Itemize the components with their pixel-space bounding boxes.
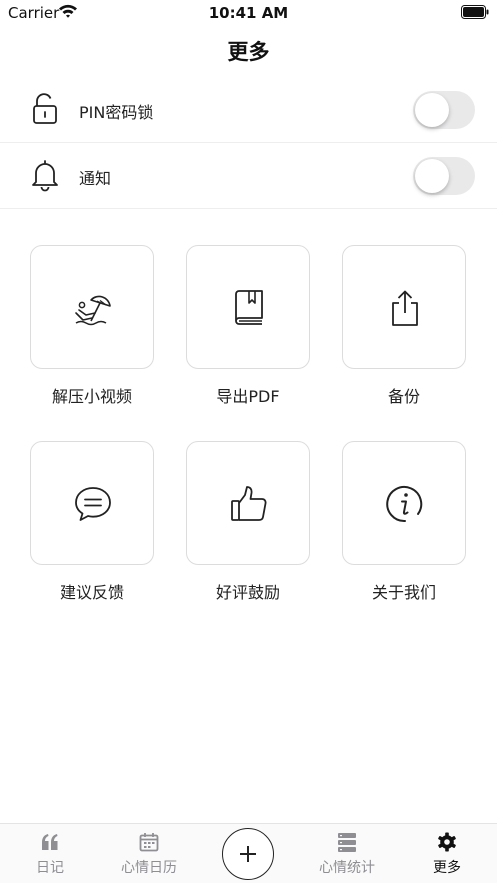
quote-icon [42, 834, 58, 850]
book-icon [235, 290, 263, 325]
toggle-knob [415, 93, 449, 127]
tab-label: 更多 [433, 860, 461, 876]
info-icon [386, 486, 423, 523]
share-upload-icon [392, 290, 418, 326]
battery-icon [461, 5, 489, 19]
tile-label: 建议反馈 [59, 583, 124, 602]
bell-icon [32, 160, 58, 192]
pin-lock-label: PIN密码锁 [79, 103, 154, 122]
beach-umbrella-icon [75, 295, 111, 326]
notification-toggle[interactable] [413, 157, 475, 195]
add-entry-button[interactable] [222, 828, 274, 880]
tile-backup[interactable]: 备份 [342, 245, 466, 407]
tile-about-us[interactable]: 关于我们 [342, 441, 466, 603]
tile-box[interactable] [342, 441, 466, 565]
tile-rate-us[interactable]: 好评鼓励 [186, 441, 310, 603]
tile-relax-video[interactable]: 解压小视频 [30, 245, 154, 407]
tile-label: 导出PDF [216, 387, 280, 406]
tile-export-pdf[interactable]: 导出PDF [186, 245, 310, 407]
tab-mood-calendar[interactable]: 心情日历 [99, 824, 199, 883]
tab-label: 日记 [36, 860, 64, 876]
tab-more[interactable]: 更多 [397, 824, 497, 883]
thumbs-up-icon [231, 486, 267, 521]
tab-diary[interactable]: 日记 [0, 824, 100, 883]
pin-lock-toggle[interactable] [413, 91, 475, 129]
plus-icon [240, 846, 256, 862]
notification-label: 通知 [79, 169, 112, 188]
clock: 10:41 AM [208, 4, 289, 22]
chat-bubble-icon [75, 487, 111, 521]
tile-label: 备份 [387, 387, 420, 406]
setting-row-notification: 通知 [0, 143, 497, 209]
tab-bar: 日记 心情日历 心情统计 更多 [0, 823, 497, 883]
tile-label: 解压小视频 [51, 387, 132, 406]
tile-label: 好评鼓励 [215, 583, 280, 602]
setting-row-pin-lock: PIN密码锁 [0, 77, 497, 143]
tile-box[interactable] [30, 441, 154, 565]
gear-icon [438, 832, 456, 852]
status-bar: Carrier 10:41 AM [0, 0, 497, 26]
page-title: 更多 [227, 40, 270, 64]
toggle-knob [415, 159, 449, 193]
tab-label: 心情日历 [121, 860, 177, 876]
tab-label: 心情统计 [319, 860, 375, 876]
tile-box[interactable] [186, 245, 310, 369]
tile-box[interactable] [30, 245, 154, 369]
calendar-icon [139, 833, 159, 852]
tile-feedback[interactable]: 建议反馈 [30, 441, 154, 603]
tab-mood-stats[interactable]: 心情统计 [297, 824, 397, 883]
tile-box[interactable] [342, 245, 466, 369]
tile-label: 关于我们 [371, 583, 436, 602]
server-list-icon [338, 833, 356, 852]
unlock-icon [33, 93, 57, 124]
tile-box[interactable] [186, 441, 310, 565]
